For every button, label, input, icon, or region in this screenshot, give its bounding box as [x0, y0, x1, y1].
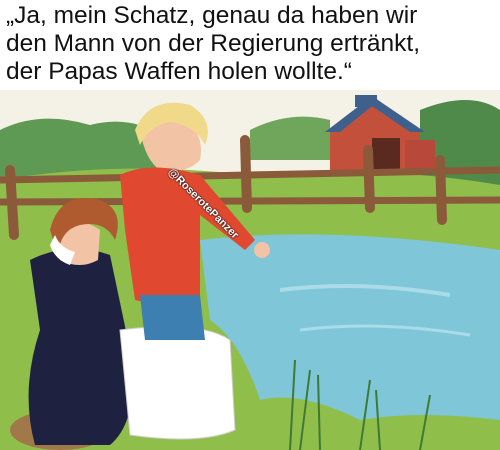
caption-line-1: „Ja, mein Schatz, genau da haben wir: [6, 2, 418, 29]
caption-line-2: den Mann von der Regierung ertränkt,: [6, 30, 421, 57]
caption-line-3: der Papas Waffen holen wollte.“: [6, 58, 352, 85]
illustration-drawing: [0, 90, 500, 450]
meme-caption: „Ja, mein Schatz, genau da haben wir den…: [6, 2, 496, 86]
illustration: [0, 90, 500, 450]
